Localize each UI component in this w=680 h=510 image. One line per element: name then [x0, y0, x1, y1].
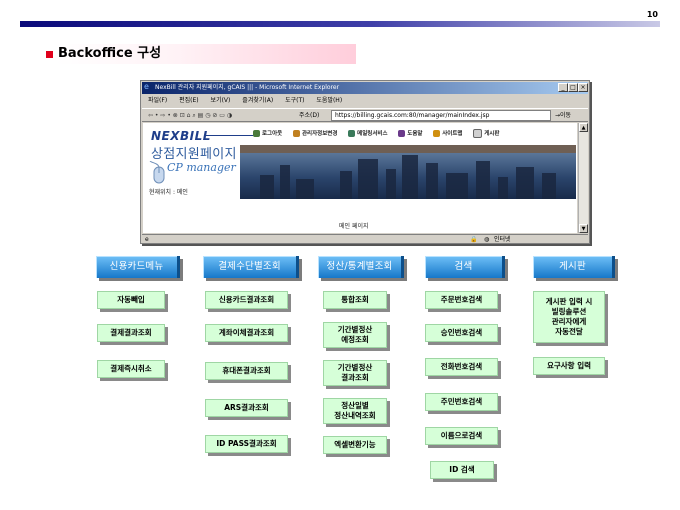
category-payment-method[interactable]: 결제수단별조회 — [203, 256, 299, 278]
minimize-button[interactable]: _ — [558, 83, 568, 92]
mail-icon — [348, 130, 356, 137]
menu-item[interactable]: 계좌이체결과조회 — [205, 324, 288, 342]
menu-item[interactable]: 기간별정산 예정조회 — [323, 322, 387, 348]
menu-item[interactable]: 게시판 입력 시 빌링솔루션 관리자에게 자동전달 — [533, 291, 605, 343]
menu-item[interactable]: ID PASS결과조회 — [205, 435, 288, 453]
menu-help[interactable]: 도움말(H) — [316, 97, 342, 104]
logout-icon — [253, 130, 260, 137]
category-settlement-stats[interactable]: 정산/통계별조회 — [318, 256, 404, 278]
category-credit-card[interactable]: 신용카드메뉴 — [96, 256, 180, 278]
menu-item[interactable]: 자동빼입 — [97, 291, 165, 309]
nav-help[interactable]: 도움말 — [398, 126, 422, 142]
menu-edit[interactable]: 편집(E) — [179, 97, 199, 104]
ie-icon: e — [144, 82, 149, 91]
status-page-icon: e — [145, 236, 149, 243]
board-icon — [473, 129, 483, 138]
logo-underline — [205, 135, 255, 136]
banner-menu-strip[interactable] — [240, 145, 576, 153]
address-input[interactable]: https://billing.gcais.com:80/manager/mai… — [331, 110, 551, 121]
go-button[interactable]: →이동 — [555, 111, 571, 120]
menu-item[interactable]: ARS결과조회 — [205, 399, 288, 417]
skyline-banner — [240, 145, 576, 199]
menu-item[interactable]: 휴대폰결과조회 — [205, 362, 288, 380]
site-subtitle: CP manager — [167, 161, 236, 174]
page-content: NEXBILL 로그아웃 관리자정보변경 메일링서비스 도움말 사이트맵 게시판… — [143, 123, 577, 233]
menu-item[interactable]: 엑셀변환기능 — [323, 436, 387, 454]
menu-item[interactable]: 주민번호검색 — [425, 393, 498, 411]
menu-file[interactable]: 파일(F) — [148, 97, 167, 104]
admin-icon — [293, 130, 300, 137]
nav-logout[interactable]: 로그아웃 — [253, 126, 282, 142]
address-label: 주소(D) — [299, 112, 320, 119]
menu-item[interactable]: 신용카드결과조회 — [205, 291, 288, 309]
scroll-up-icon[interactable]: ▲ — [579, 123, 588, 132]
menu-item[interactable]: 결제결과조회 — [97, 324, 165, 342]
main-page-label: 메인 페이지 — [339, 223, 369, 230]
page-number: 10 — [646, 10, 658, 19]
menu-item[interactable]: 전화번호검색 — [425, 358, 498, 376]
category-board[interactable]: 게시판 — [533, 256, 615, 278]
scroll-down-icon[interactable]: ▼ — [579, 224, 588, 233]
toolbar-icons[interactable]: ⇦ • ⇨ • ⊗ ⊡ ⌂ ⌕ ▤ ◷ ⊘ ▭ ◑ — [148, 112, 232, 119]
menu-view[interactable]: 보기(V) — [211, 97, 231, 104]
menu-bar: 파일(F) 편집(E) 보기(V) 즐겨찾기(A) 도구(T) 도움말(H) — [142, 95, 588, 107]
go-label: 이동 — [560, 112, 572, 119]
site-title: 상점지원페이지 — [151, 147, 237, 162]
maximize-button[interactable]: □ — [568, 83, 578, 92]
menu-item[interactable]: 요구사항 입력 — [533, 357, 605, 375]
vertical-scrollbar[interactable]: ▲ ▼ — [578, 123, 588, 233]
menu-item[interactable]: 정산일별 정산내역조회 — [323, 398, 387, 424]
menu-item[interactable]: 결제즉시취소 — [97, 360, 165, 378]
internet-zone-icon: ◍ — [484, 236, 490, 243]
window-title: NexBill 관리자 지원페이지, gCAIS ||| - Microsoft… — [155, 84, 340, 91]
page-title: Backoffice 구성 — [56, 44, 356, 64]
menu-item[interactable]: ID 검색 — [430, 461, 494, 479]
menu-tools[interactable]: 도구(T) — [285, 97, 304, 104]
window-titlebar: NexBill 관리자 지원페이지, gCAIS ||| - Microsoft… — [142, 82, 588, 94]
menu-item[interactable]: 승인번호검색 — [425, 324, 498, 342]
menu-item[interactable]: 주문번호검색 — [425, 291, 498, 309]
sitemap-icon — [433, 130, 441, 137]
bullet-square-icon — [46, 51, 53, 58]
close-button[interactable]: × — [578, 83, 588, 92]
help-icon — [398, 130, 406, 137]
header-rule — [20, 21, 660, 27]
menu-item[interactable]: 이름으로검색 — [425, 427, 498, 445]
nav-sitemap[interactable]: 사이트맵 — [433, 126, 462, 142]
nav-mailing[interactable]: 메일링서비스 — [348, 126, 388, 142]
menu-item[interactable]: 통합조회 — [323, 291, 387, 309]
menu-favorites[interactable]: 즐겨찾기(A) — [242, 97, 273, 104]
status-bar: e 🔒 ◍ 인터넷 — [142, 234, 588, 244]
nexbill-logo[interactable]: NEXBILL — [151, 129, 211, 143]
site-nav: 로그아웃 관리자정보변경 메일링서비스 도움말 사이트맵 게시판 — [253, 126, 573, 142]
browser-window: NexBill 관리자 지원페이지, gCAIS ||| - Microsoft… — [140, 80, 590, 244]
menu-item[interactable]: 기간별정산 결과조회 — [323, 360, 387, 386]
nav-admin-info[interactable]: 관리자정보변경 — [293, 126, 337, 142]
status-zone: 인터넷 — [494, 236, 511, 243]
current-location: 현재위치 : 메인 — [149, 189, 188, 196]
nav-board[interactable]: 게시판 — [473, 126, 499, 142]
category-search[interactable]: 검색 — [425, 256, 505, 278]
lock-icon: 🔒 — [470, 236, 478, 243]
